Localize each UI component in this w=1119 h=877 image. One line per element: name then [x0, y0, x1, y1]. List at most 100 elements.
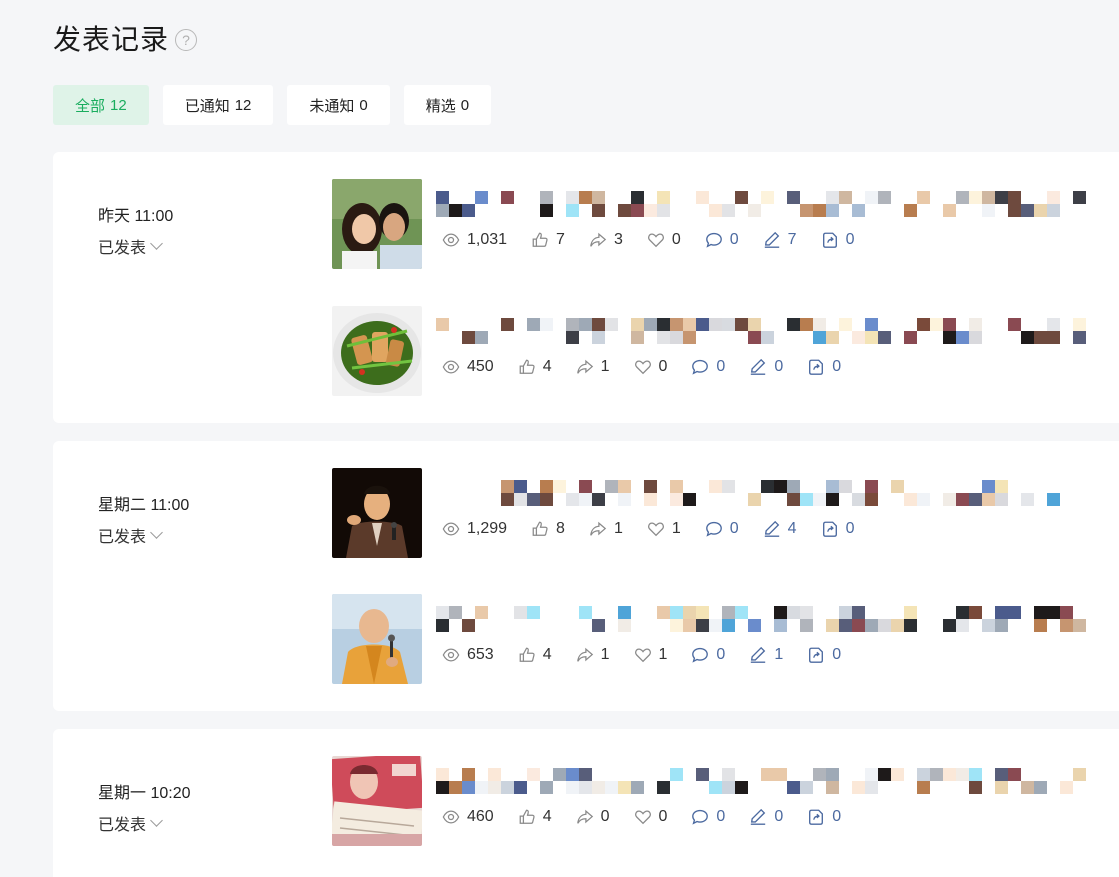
stat-notes[interactable]: 7 [763, 231, 797, 249]
mosaic-block [1060, 493, 1073, 506]
status-dropdown[interactable]: 已发表 [98, 811, 191, 835]
mosaic-block [722, 606, 735, 619]
stat-notes[interactable]: 4 [763, 520, 797, 538]
post-title-pixelated[interactable] [436, 191, 1096, 219]
mosaic-block [839, 781, 852, 794]
mosaic-block [696, 480, 709, 493]
mosaic-block [774, 768, 787, 781]
mosaic-block [761, 191, 774, 204]
mosaic-block [852, 318, 865, 331]
tab-not-notified[interactable]: 未通知 0 [287, 85, 390, 125]
stat-forwards[interactable]: 0 [807, 358, 841, 376]
post-thumbnail[interactable] [332, 468, 422, 558]
mosaic-block [1008, 619, 1021, 632]
post-title-pixelated[interactable] [436, 318, 1096, 346]
tab-notified[interactable]: 已通知 12 [162, 85, 274, 125]
stat-shares: 1 [589, 520, 623, 538]
forward-icon [807, 646, 832, 664]
stat-value: 4 [787, 520, 797, 537]
mosaic-block [566, 768, 579, 781]
post-thumbnail[interactable] [332, 179, 422, 269]
forward-icon [821, 231, 846, 249]
mosaic-block [761, 606, 774, 619]
mosaic-block [488, 781, 501, 794]
stat-comments[interactable]: 0 [705, 520, 739, 538]
mosaic-block [865, 480, 878, 493]
mosaic-block [618, 619, 631, 632]
share-arrow-icon [589, 231, 614, 249]
stat-comments[interactable]: 0 [691, 358, 725, 376]
pen-icon [763, 231, 788, 249]
post-thumbnail[interactable] [332, 594, 422, 684]
stat-comments[interactable]: 0 [705, 231, 739, 249]
post-item[interactable]: 1,031 7 3 0 0 7 0 [332, 179, 1112, 269]
status-dropdown[interactable]: 已发表 [98, 234, 173, 258]
mosaic-block [982, 480, 995, 493]
post-stats: 1,031 7 3 0 0 7 0 [442, 231, 878, 249]
mosaic-block [644, 191, 657, 204]
comment-icon [705, 520, 730, 538]
mosaic-block [462, 204, 475, 217]
mosaic-block [644, 480, 657, 493]
status-dropdown[interactable]: 已发表 [98, 523, 189, 547]
mosaic-block [826, 480, 839, 493]
mosaic-block [475, 480, 488, 493]
post-item[interactable]: 1,299 8 1 1 0 4 0 [332, 468, 1112, 558]
post-item[interactable]: 450 4 1 0 0 0 0 [332, 306, 1112, 396]
forward-icon [807, 358, 832, 376]
stat-forwards[interactable]: 0 [807, 808, 841, 826]
stat-forwards[interactable]: 0 [821, 520, 854, 538]
mosaic-block [969, 606, 982, 619]
post-thumbnail[interactable] [332, 306, 422, 396]
stat-value: 0 [832, 808, 842, 825]
heart-icon [634, 358, 659, 376]
help-icon[interactable]: ? [175, 29, 198, 51]
mosaic-block [696, 606, 709, 619]
mosaic-block [904, 493, 917, 506]
stat-comments[interactable]: 0 [691, 808, 725, 826]
stat-comments[interactable]: 0 [691, 646, 725, 664]
mosaic-block [631, 331, 644, 344]
stat-forwards[interactable]: 0 [821, 231, 854, 249]
mosaic-block [982, 204, 995, 217]
mosaic-block [735, 781, 748, 794]
stat-forwards[interactable]: 0 [807, 646, 841, 664]
mosaic-block [527, 480, 540, 493]
mosaic-block [1021, 768, 1034, 781]
mosaic-block [891, 619, 904, 632]
mosaic-block [1073, 480, 1086, 493]
mosaic-block [1034, 493, 1047, 506]
stat-notes[interactable]: 0 [749, 808, 783, 826]
mosaic-block [787, 781, 800, 794]
mosaic-block [670, 781, 683, 794]
stat-notes[interactable]: 1 [749, 646, 783, 664]
post-title-pixelated[interactable] [436, 606, 1096, 634]
mosaic-block [579, 318, 592, 331]
tab-count: 0 [460, 96, 470, 114]
mosaic-block [670, 493, 683, 506]
mosaic-block [956, 781, 969, 794]
mosaic-block [995, 606, 1008, 619]
post-thumbnail[interactable] [332, 756, 422, 846]
mosaic-block [501, 480, 514, 493]
mosaic-block [761, 768, 774, 781]
comment-icon [691, 646, 716, 664]
mosaic-block [930, 493, 943, 506]
chevron-down-icon [150, 526, 163, 539]
tab-featured[interactable]: 精选 0 [403, 85, 492, 125]
mosaic-block [1060, 781, 1073, 794]
post-item[interactable]: 460 4 0 0 0 0 0 [332, 756, 1112, 846]
mosaic-block [514, 480, 527, 493]
post-title-pixelated[interactable] [436, 768, 1096, 796]
post-group-card: 昨天 11:00 已发表 1,031 7 3 0 0 7 0 450 4 1 0 0 0 0 [53, 152, 1119, 423]
mosaic-block [969, 331, 982, 344]
mosaic-block [592, 619, 605, 632]
mosaic-block [969, 781, 982, 794]
mosaic-block [878, 493, 891, 506]
post-item[interactable]: 653 4 1 1 0 1 0 [332, 594, 1112, 684]
post-title-pixelated[interactable] [436, 480, 1096, 508]
stat-notes[interactable]: 0 [749, 358, 783, 376]
mosaic-block [1060, 318, 1073, 331]
tab-all[interactable]: 全部 12 [53, 85, 149, 125]
tab-label: 未通知 [309, 97, 355, 115]
